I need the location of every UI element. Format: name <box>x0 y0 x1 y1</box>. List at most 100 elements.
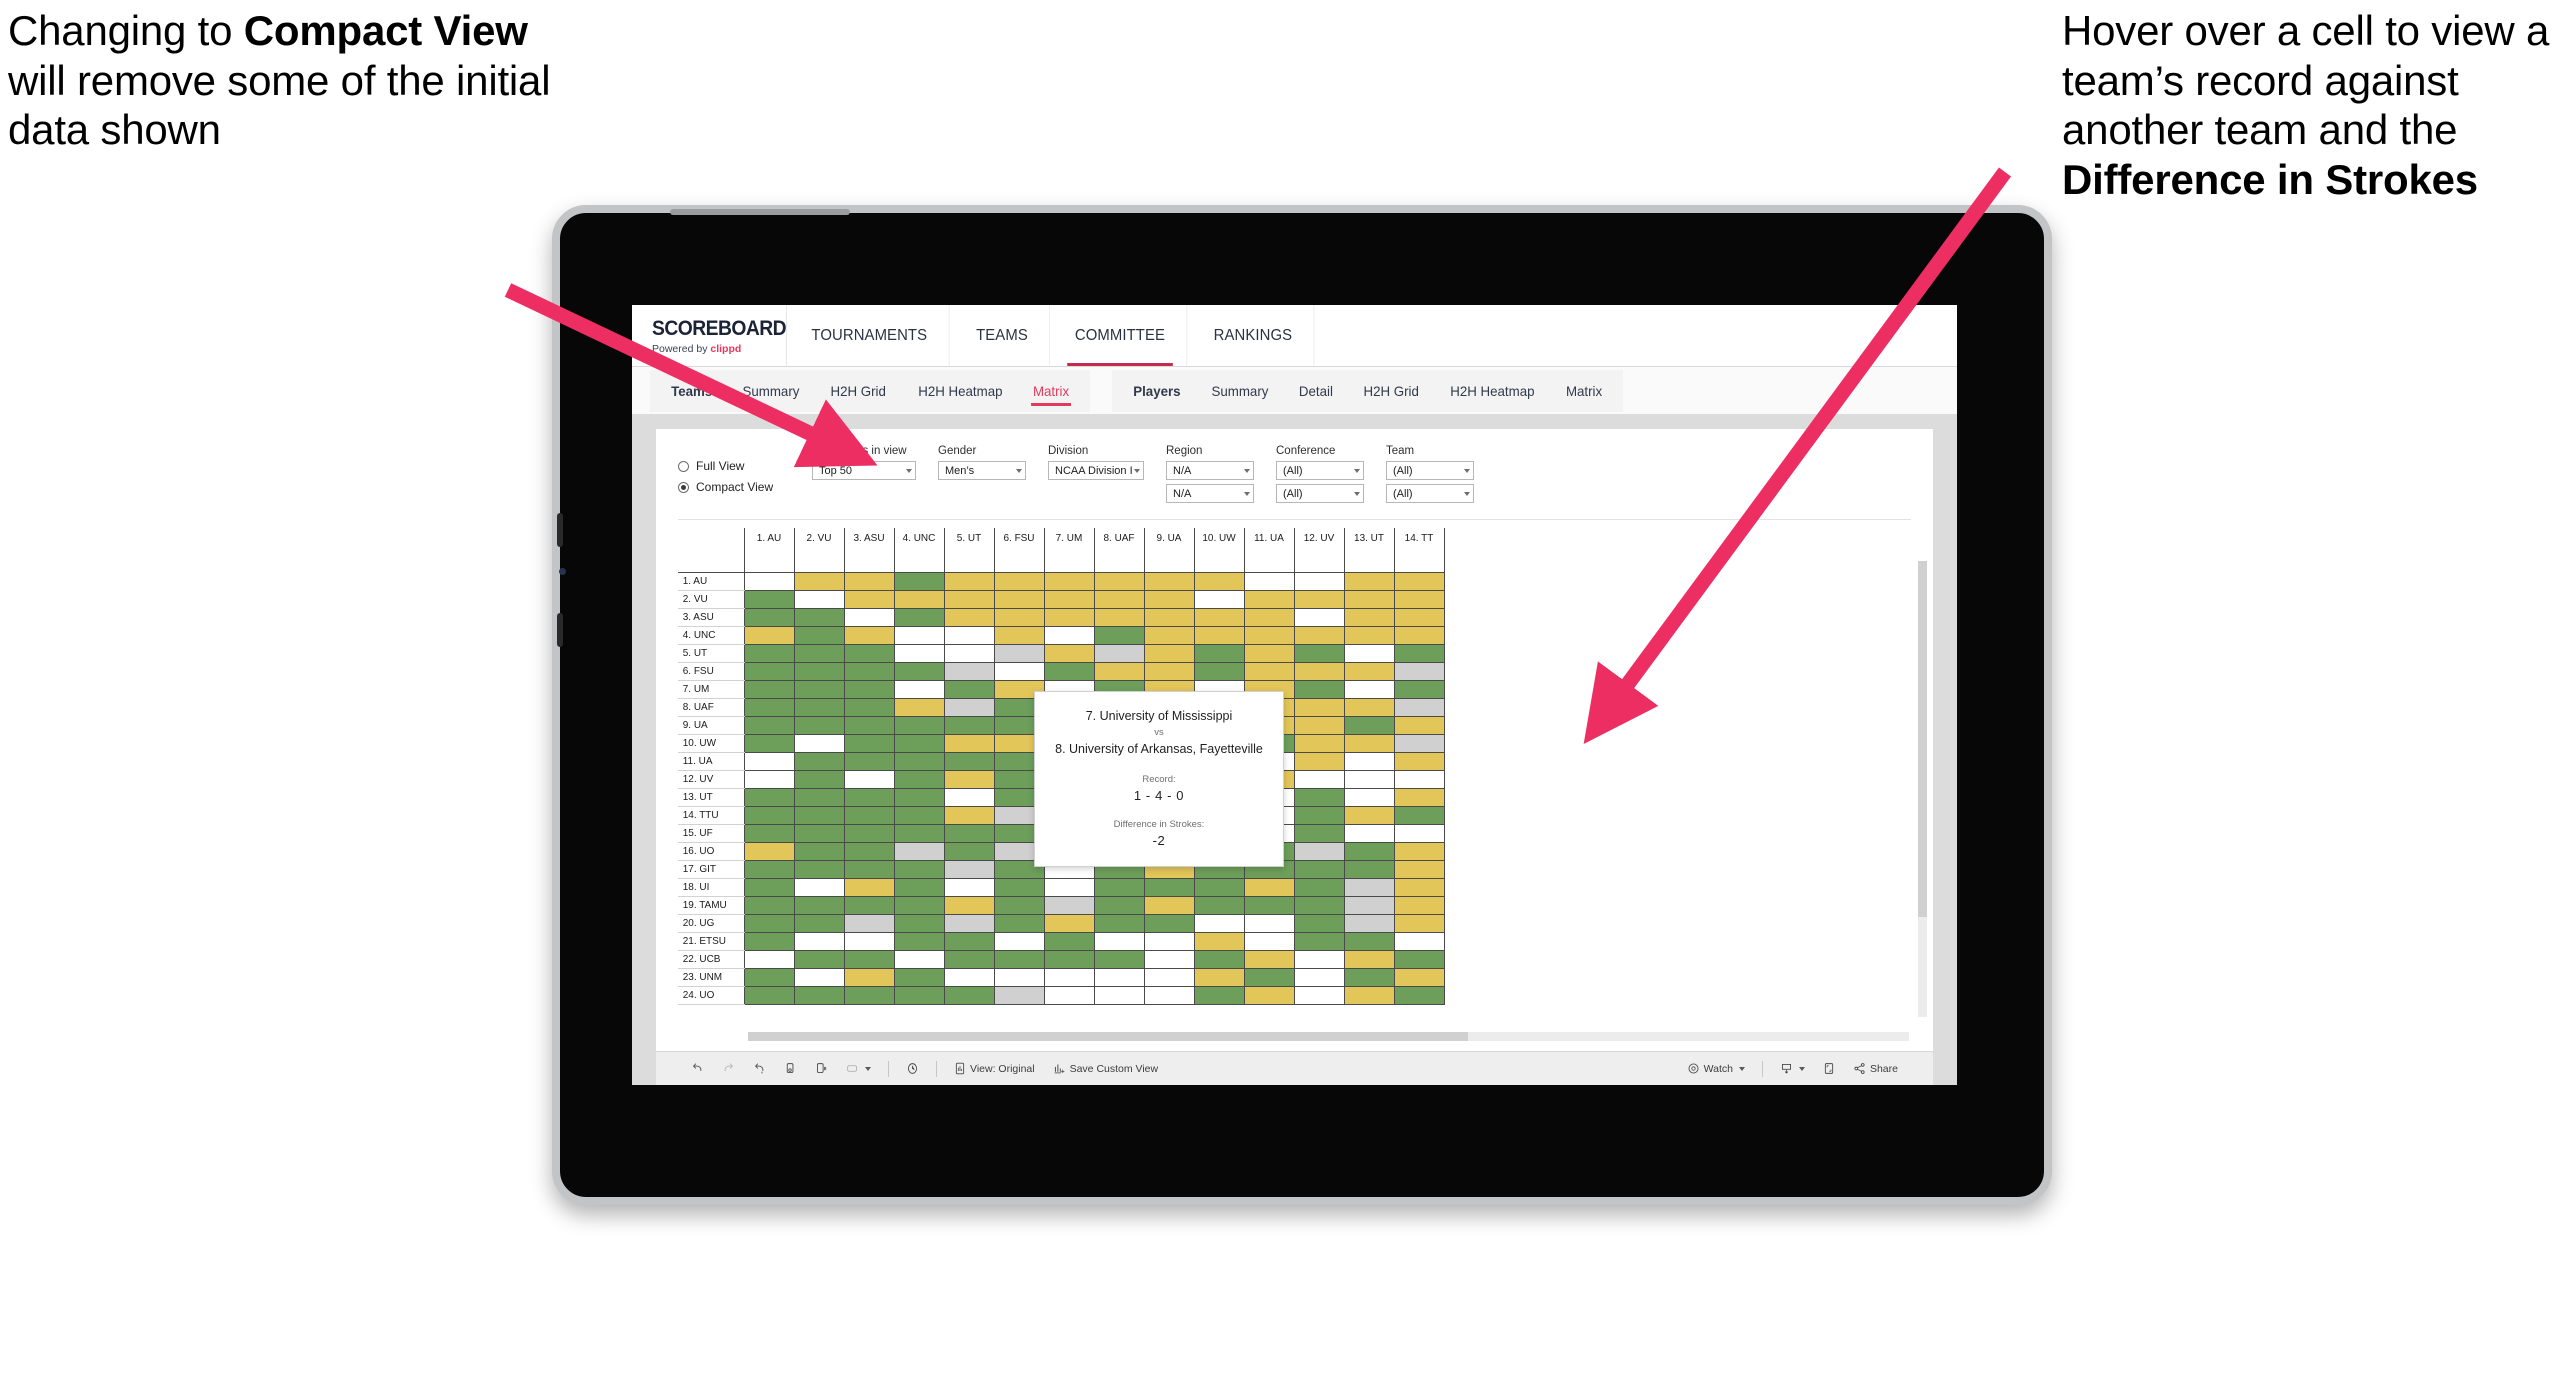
matrix-cell[interactable] <box>1293 643 1345 663</box>
matrix-cell[interactable] <box>843 625 895 645</box>
matrix-cell[interactable] <box>1143 661 1195 681</box>
matrix-cell[interactable] <box>1293 949 1345 969</box>
matrix-cell[interactable] <box>1193 607 1245 627</box>
matrix-cell[interactable] <box>893 715 945 735</box>
matrix-cell[interactable] <box>893 913 945 933</box>
matrix-cell[interactable] <box>843 823 895 843</box>
matrix-cell[interactable] <box>1043 949 1095 969</box>
matrix-cell[interactable] <box>1343 571 1395 591</box>
matrix-cell[interactable] <box>843 661 895 681</box>
matrix-cell[interactable] <box>1293 805 1345 825</box>
matrix-cell[interactable] <box>943 643 995 663</box>
matrix-cell[interactable] <box>1193 895 1245 915</box>
select-conference-2[interactable]: (All) <box>1276 484 1364 503</box>
matrix-cell[interactable] <box>993 985 1045 1005</box>
toolbar-refresh-button[interactable] <box>775 1062 806 1075</box>
matrix-cell[interactable] <box>1243 985 1295 1005</box>
toolbar-undo-button[interactable] <box>682 1062 713 1075</box>
select-gender[interactable]: Men’s <box>938 461 1026 480</box>
select-max-teams[interactable]: Top 50 <box>812 461 916 480</box>
matrix-cell[interactable] <box>1093 571 1145 591</box>
matrix-cell[interactable] <box>743 643 795 663</box>
matrix-cell[interactable] <box>743 625 795 645</box>
toolbar-revert-button[interactable] <box>744 1062 775 1075</box>
tab-teams-summary[interactable]: Summary <box>730 370 814 412</box>
matrix-cell[interactable] <box>1043 571 1095 591</box>
matrix-cell[interactable] <box>793 823 845 843</box>
nav-item-committee[interactable]: COMMITTEE <box>1054 305 1188 366</box>
matrix-cell[interactable] <box>1143 625 1195 645</box>
toolbar-share-button[interactable]: Share <box>1844 1062 1907 1075</box>
matrix-cell[interactable] <box>843 589 895 609</box>
matrix-cell[interactable] <box>993 877 1045 897</box>
matrix-cell[interactable] <box>1143 931 1195 951</box>
matrix-cell[interactable] <box>1393 625 1445 645</box>
matrix-cell[interactable] <box>993 643 1045 663</box>
matrix-cell[interactable] <box>943 877 995 897</box>
matrix-cell[interactable] <box>943 841 995 861</box>
matrix-cell[interactable] <box>743 841 795 861</box>
matrix-cell[interactable] <box>843 751 895 771</box>
matrix-cell[interactable] <box>893 571 945 591</box>
matrix-cell[interactable] <box>843 967 895 987</box>
matrix-cell[interactable] <box>1293 751 1345 771</box>
matrix-cell[interactable] <box>893 607 945 627</box>
matrix-cell[interactable] <box>743 607 795 627</box>
matrix-cell[interactable] <box>1293 985 1345 1005</box>
matrix-cell[interactable] <box>793 877 845 897</box>
matrix-cell[interactable] <box>943 769 995 789</box>
matrix-cell[interactable] <box>1043 607 1095 627</box>
matrix-cell[interactable] <box>1193 913 1245 933</box>
matrix-cell[interactable] <box>1343 859 1395 879</box>
matrix-cell[interactable] <box>1193 949 1245 969</box>
matrix-cell[interactable] <box>1193 967 1245 987</box>
matrix-cell[interactable] <box>793 931 845 951</box>
matrix-cell[interactable] <box>843 697 895 717</box>
matrix-cell[interactable] <box>843 895 895 915</box>
matrix-cell[interactable] <box>943 859 995 879</box>
matrix-cell[interactable] <box>1393 913 1445 933</box>
nav-item-tournaments[interactable]: TOURNAMENTS <box>790 305 950 366</box>
matrix-cell[interactable] <box>1393 643 1445 663</box>
matrix-cell[interactable] <box>1193 661 1245 681</box>
toolbar-pause-updates-button[interactable] <box>806 1062 837 1075</box>
matrix-cell[interactable] <box>993 931 1045 951</box>
matrix-cell[interactable] <box>793 769 845 789</box>
matrix-cell[interactable] <box>793 715 845 735</box>
matrix-cell[interactable] <box>1393 571 1445 591</box>
matrix-cell[interactable] <box>943 751 995 771</box>
matrix-cell[interactable] <box>843 931 895 951</box>
matrix-cell[interactable] <box>893 751 945 771</box>
matrix-cell[interactable] <box>843 841 895 861</box>
matrix-cell[interactable] <box>743 661 795 681</box>
matrix-cell[interactable] <box>1293 877 1345 897</box>
matrix-cell[interactable] <box>893 697 945 717</box>
matrix-cell[interactable] <box>893 859 945 879</box>
matrix-cell[interactable] <box>893 895 945 915</box>
matrix-cell[interactable] <box>1393 823 1445 843</box>
matrix-cell[interactable] <box>793 913 845 933</box>
tab-teams-h2h-heatmap[interactable]: H2H Heatmap <box>905 370 1016 412</box>
nav-item-teams[interactable]: TEAMS <box>954 305 1050 366</box>
matrix-cell[interactable] <box>993 571 1045 591</box>
matrix-cell[interactable] <box>843 679 895 699</box>
matrix-cell[interactable] <box>1293 787 1345 807</box>
matrix-cell[interactable] <box>943 733 995 753</box>
matrix-cell[interactable] <box>943 697 995 717</box>
matrix-cell[interactable] <box>1143 913 1195 933</box>
matrix-cell[interactable] <box>1243 607 1295 627</box>
matrix-cell[interactable] <box>993 967 1045 987</box>
matrix-cell[interactable] <box>1143 643 1195 663</box>
matrix-cell[interactable] <box>843 715 895 735</box>
matrix-cell[interactable] <box>1093 625 1145 645</box>
matrix-cell[interactable] <box>1243 931 1295 951</box>
matrix-cell[interactable] <box>893 931 945 951</box>
matrix-cell[interactable] <box>743 571 795 591</box>
matrix-cell[interactable] <box>993 607 1045 627</box>
matrix-cell[interactable] <box>1293 823 1345 843</box>
matrix-cell[interactable] <box>743 931 795 951</box>
matrix-cell[interactable] <box>1293 733 1345 753</box>
matrix-cell[interactable] <box>1343 895 1395 915</box>
matrix-cell[interactable] <box>943 715 995 735</box>
matrix-cell[interactable] <box>943 805 995 825</box>
